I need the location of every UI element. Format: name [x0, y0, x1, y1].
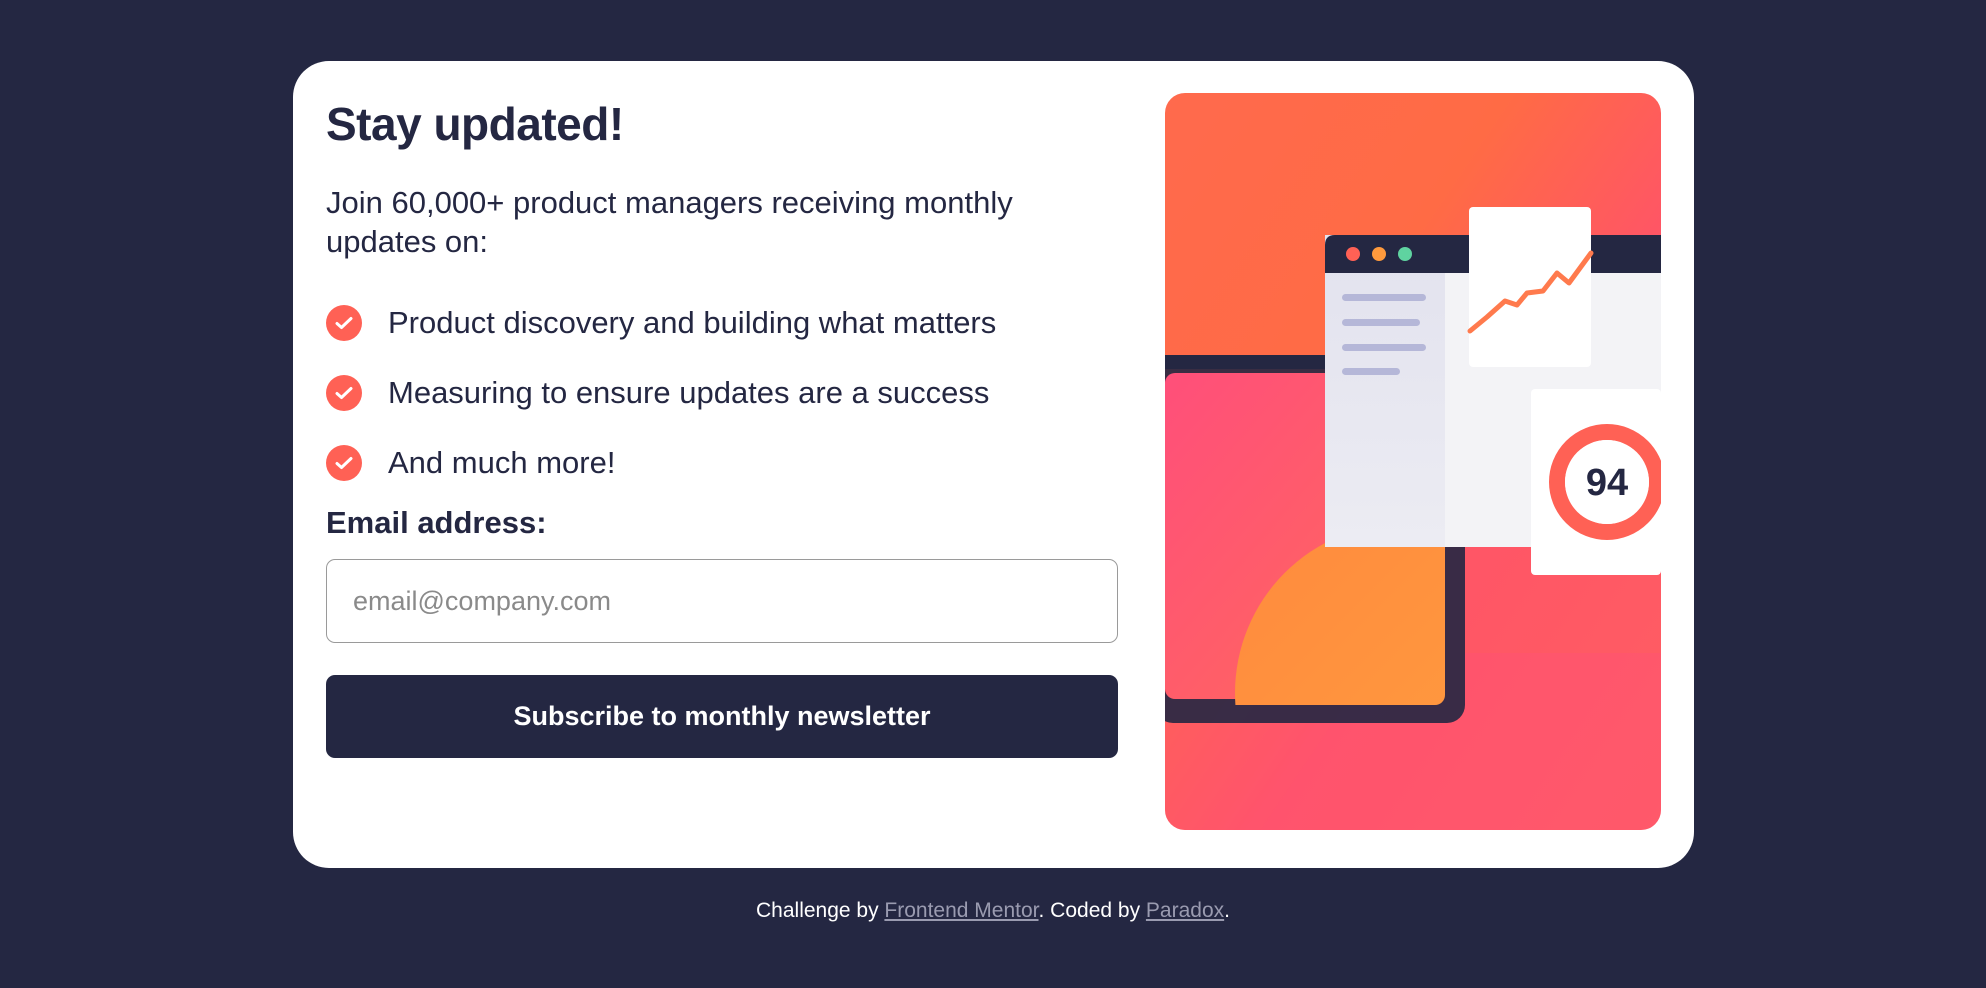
- feature-text: Product discovery and building what matt…: [388, 305, 997, 340]
- attribution-footer: Challenge by Frontend Mentor. Coded by P…: [0, 899, 1986, 923]
- frontend-mentor-link[interactable]: Frontend Mentor: [884, 899, 1038, 922]
- footer-prefix: Challenge by: [756, 899, 885, 922]
- list-item: Measuring to ensure updates are a succes…: [326, 358, 996, 428]
- list-item: And much more!: [326, 428, 996, 498]
- feature-list: Product discovery and building what matt…: [326, 288, 996, 498]
- signup-card: Stay updated! Join 60,000+ product manag…: [293, 61, 1694, 868]
- author-link[interactable]: Paradox: [1146, 899, 1224, 922]
- intro-text: Join 60,000+ product managers receiving …: [326, 185, 1013, 259]
- score-value: 94: [1586, 462, 1628, 504]
- email-field[interactable]: [326, 559, 1118, 643]
- feature-text: Measuring to ensure updates are a succes…: [388, 375, 990, 410]
- check-icon: [326, 375, 362, 411]
- feature-text: And much more!: [388, 445, 616, 480]
- check-icon: [326, 445, 362, 481]
- check-icon: [326, 305, 362, 341]
- footer-suffix: .: [1224, 899, 1230, 922]
- email-label: Email address:: [326, 505, 547, 540]
- footer-middle: . Coded by: [1038, 899, 1146, 922]
- list-item: Product discovery and building what matt…: [326, 288, 996, 358]
- page-title: Stay updated!: [326, 98, 624, 150]
- subscribe-button[interactable]: Subscribe to monthly newsletter: [326, 675, 1118, 758]
- hero-illustration: 94: [1165, 93, 1661, 830]
